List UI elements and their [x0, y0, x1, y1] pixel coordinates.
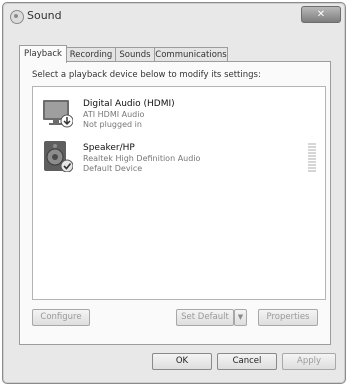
cancel-button[interactable]: Cancel — [217, 353, 277, 370]
speaker-title-icon — [10, 10, 24, 24]
tab-communications[interactable]: Communications — [154, 47, 228, 62]
monitor-icon — [43, 100, 73, 128]
list-item-hdmi[interactable]: Digital Audio (HDMI) ATI HDMI Audio Not … — [33, 93, 323, 135]
close-button[interactable]: ✕ — [301, 6, 341, 23]
device-status: Default Device — [83, 164, 143, 173]
device-driver: ATI HDMI Audio — [83, 110, 145, 119]
device-driver: Realtek High Definition Audio — [83, 154, 201, 163]
device-list[interactable]: Digital Audio (HDMI) ATI HDMI Audio Not … — [32, 86, 326, 300]
speaker-icon — [44, 141, 73, 172]
tab-sounds[interactable]: Sounds — [115, 47, 155, 62]
playback-panel: Select a playback device below to modify… — [19, 61, 331, 345]
ok-button[interactable]: OK — [152, 353, 212, 370]
list-item-speaker[interactable]: Speaker/HP Realtek High Definition Audio… — [33, 137, 323, 179]
tab-playback[interactable]: Playback — [19, 45, 67, 63]
instruction-text: Select a playback device below to modify… — [32, 70, 261, 80]
set-default-button[interactable]: Set Default — [176, 309, 234, 326]
device-name: Speaker/HP — [83, 143, 135, 153]
device-name: Digital Audio (HDMI) — [83, 99, 175, 109]
sound-dialog: Sound ✕ Playback Recording Sounds Commun… — [2, 2, 346, 384]
tab-recording[interactable]: Recording — [66, 47, 116, 62]
window-title: Sound — [27, 9, 62, 22]
configure-button[interactable]: Configure — [32, 309, 90, 326]
properties-button[interactable]: Properties — [258, 309, 318, 326]
apply-button[interactable]: Apply — [282, 353, 336, 370]
device-status: Not plugged in — [83, 120, 142, 129]
chevron-down-icon[interactable]: ▼ — [234, 309, 247, 326]
volume-level-meter — [308, 143, 316, 175]
title-bar[interactable]: Sound ✕ — [3, 3, 345, 29]
